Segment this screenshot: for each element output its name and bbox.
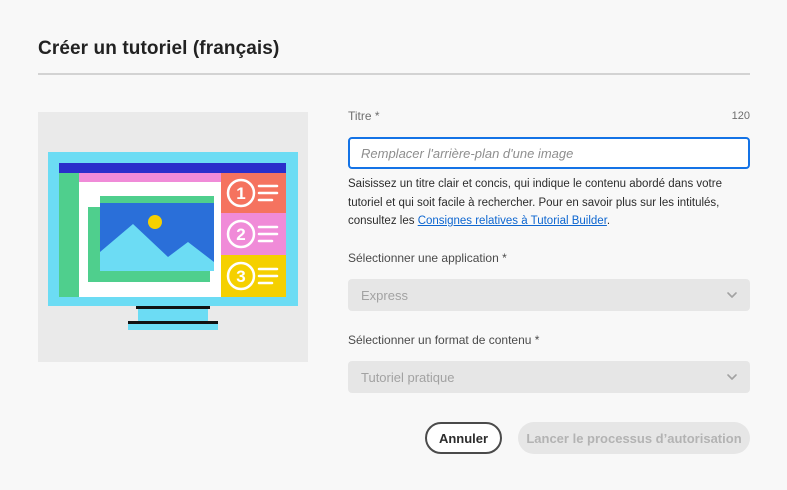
- format-select[interactable]: Tutoriel pratique: [348, 361, 750, 393]
- tutorial-illustration: 1 2 3: [38, 112, 308, 362]
- title-help-text: Saisissez un titre clair et concis, qui …: [348, 175, 750, 231]
- header-divider: [38, 73, 750, 75]
- monitor-illustration-icon: 1 2 3: [48, 152, 298, 330]
- dialog-title: Créer un tutoriel (français): [38, 38, 280, 59]
- app-select[interactable]: Express: [348, 279, 750, 311]
- start-authorization-button[interactable]: Lancer le processus d’autorisation: [518, 422, 750, 454]
- title-label-row: Titre * 120: [348, 108, 750, 124]
- chevron-down-icon: [727, 374, 737, 380]
- title-char-count: 120: [731, 110, 750, 122]
- tutorial-builder-guidelines-link[interactable]: Consignes relatives à Tutorial Builder: [418, 215, 607, 227]
- format-select-value: Tutoriel pratique: [361, 369, 455, 385]
- app-select-value: Express: [361, 287, 408, 303]
- cancel-button[interactable]: Annuler: [425, 422, 502, 454]
- chevron-down-icon: [727, 292, 737, 298]
- step-number: 3: [236, 267, 245, 286]
- format-select-label: Sélectionner un format de contenu *: [348, 333, 540, 347]
- title-input[interactable]: [348, 137, 750, 169]
- step-number: 2: [236, 225, 245, 244]
- title-label: Titre *: [348, 109, 380, 123]
- step-number: 1: [236, 184, 245, 203]
- help-text-suffix: .: [606, 215, 611, 227]
- app-select-label: Sélectionner une application *: [348, 251, 507, 265]
